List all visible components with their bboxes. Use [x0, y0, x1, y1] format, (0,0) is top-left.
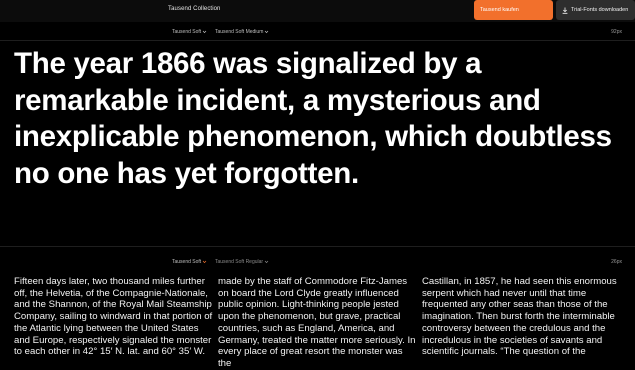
- size-readout-body: 26px: [611, 259, 622, 265]
- divider: [0, 40, 635, 41]
- buy-button[interactable]: Tausend kaufen: [474, 0, 553, 20]
- style-select-label: Tausend Soft Medium: [215, 29, 264, 35]
- body-column-2[interactable]: made by the staff of Commodore Fitz-Jame…: [218, 276, 418, 370]
- body-column-1[interactable]: Fifteen days later, two thousand miles f…: [14, 276, 214, 358]
- chevron-down-icon: [264, 260, 269, 264]
- style-select-body[interactable]: Tausend Soft Regular: [215, 259, 269, 265]
- family-select-body[interactable]: Tausend Soft: [172, 259, 207, 265]
- family-select-large[interactable]: Tausend Soft: [172, 29, 207, 35]
- style-select-large[interactable]: Tausend Soft Medium: [215, 29, 269, 35]
- family-select-label: Tausend Soft: [172, 259, 202, 265]
- chevron-down-icon: [265, 30, 269, 34]
- top-bar: Tausend Collection Tausend kaufen Trial-…: [0, 0, 635, 22]
- body-specimen-controls: Tausend Soft Tausend Soft Regular 26px: [0, 256, 635, 270]
- style-select-label: Tausend Soft Regular: [215, 259, 264, 265]
- trial-button-label: Trial-Fonts downloaden: [571, 7, 629, 13]
- body-column-3[interactable]: Castillan, in 1857, he had seen this eno…: [422, 276, 622, 358]
- collection-title: Tausend Collection: [168, 6, 221, 12]
- buy-button-label: Tausend kaufen: [480, 7, 519, 13]
- chevron-down-icon: [202, 30, 207, 34]
- large-specimen-controls: Tausend Soft Tausend Soft Medium 92px: [0, 26, 635, 40]
- size-readout-large: 92px: [611, 29, 622, 35]
- trial-download-button[interactable]: Trial-Fonts downloaden: [556, 0, 635, 20]
- family-select-label: Tausend Soft: [172, 29, 202, 35]
- divider: [0, 246, 635, 247]
- download-icon: [562, 7, 568, 14]
- large-specimen-text[interactable]: The year 1866 was signalized by a remark…: [14, 46, 624, 192]
- chevron-down-icon: [202, 260, 207, 264]
